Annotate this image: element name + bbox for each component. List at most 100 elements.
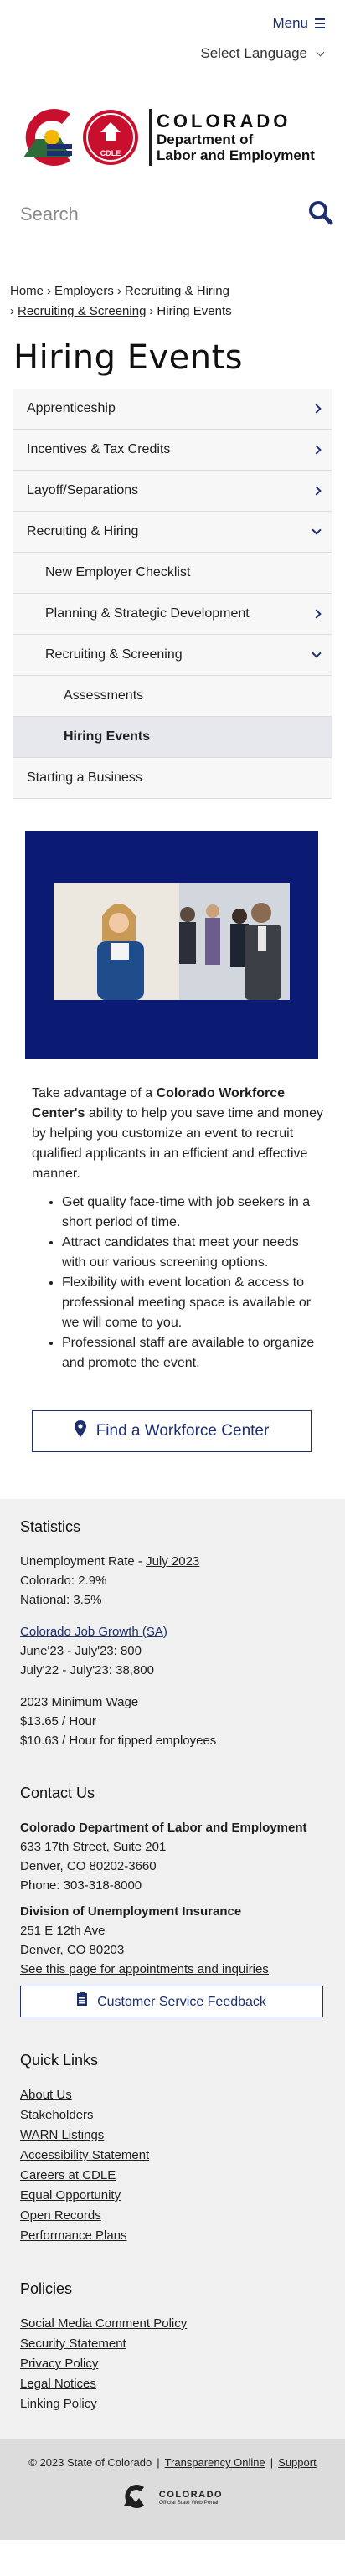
nav-item-recruiting-screening[interactable]: Recruiting & Screening xyxy=(13,635,332,676)
find-workforce-center-button[interactable]: Find a Workforce Center xyxy=(32,1410,312,1452)
logo-state: COLORADO xyxy=(157,111,291,131)
bottom-links: © 2023 State of Colorado | Transparency On… xyxy=(28,2456,317,2469)
search-input[interactable] xyxy=(20,204,271,225)
nav-item-apprenticeship[interactable]: Apprenticeship xyxy=(13,389,332,430)
nav-item-label: Layoff/Separations xyxy=(27,483,139,497)
nav-item-label: Recruiting & Hiring xyxy=(27,524,139,538)
breadcrumb-separator-icon: › xyxy=(47,284,52,298)
list-item: Professional staff are available to orga… xyxy=(62,1333,323,1373)
logo-badge-text: CDLE xyxy=(100,149,121,157)
colorado-cdle-logo: CDLE xyxy=(18,107,144,167)
tipped-wage-value: $10.63 / Hour for tipped employees xyxy=(20,1734,217,1748)
chevron-right-icon xyxy=(312,609,322,619)
portal-name: COLORADO xyxy=(158,2489,224,2500)
chevron-right-icon xyxy=(312,445,322,455)
nav-item-label: Recruiting & Screening xyxy=(45,647,183,662)
quick-link-performance-plans[interactable]: Performance Plans xyxy=(20,2226,325,2246)
nav-item-label: Planning & Strategic Development xyxy=(45,606,250,621)
quick-link-stakeholders[interactable]: Stakeholders xyxy=(20,2105,325,2125)
quick-link-about[interactable]: About Us xyxy=(20,2085,325,2105)
benefits-list: Get quality face-time with job seekers i… xyxy=(32,1193,323,1373)
footer-policies: Policies Social Media Comment Policy Sec… xyxy=(20,2280,325,2414)
policy-link-legal[interactable]: Legal Notices xyxy=(20,2374,325,2394)
hero-image-panel xyxy=(25,831,318,1059)
state-portal-logo[interactable]: COLORADO Official State Web Portal xyxy=(0,2484,345,2512)
national-rate: National: 3.5% xyxy=(20,1593,102,1607)
breadcrumb-separator-icon: › xyxy=(116,284,121,298)
minimum-wage-value: $13.65 / Hour xyxy=(20,1714,96,1728)
section-nav: Apprenticeship Incentives & Tax Credits … xyxy=(13,389,332,799)
nav-item-planning[interactable]: Planning & Strategic Development xyxy=(13,594,332,635)
chevron-right-icon xyxy=(312,486,322,496)
breadcrumb-employers[interactable]: Employers xyxy=(54,284,114,298)
chevron-down-icon xyxy=(312,525,322,535)
quick-link-equal-opportunity[interactable]: Equal Opportunity xyxy=(20,2186,325,2206)
list-item: Get quality face-time with job seekers i… xyxy=(62,1193,323,1233)
ui-division-name: Division of Unemployment Insurance xyxy=(20,1904,242,1919)
nav-item-new-employer-checklist[interactable]: New Employer Checklist xyxy=(13,553,332,594)
menu-button[interactable]: Menu xyxy=(272,15,325,32)
policy-link-linking[interactable]: Linking Policy xyxy=(20,2394,325,2414)
contact-phone: Phone: 303-318-8000 xyxy=(20,1878,142,1893)
page-title: Hiring Events xyxy=(13,338,244,377)
search-icon[interactable] xyxy=(308,200,333,229)
main-content: Take advantage of a Colorado Workforce C… xyxy=(32,1084,323,1373)
hamburger-icon xyxy=(315,18,325,28)
logo-dept-line1: Department of xyxy=(157,131,254,147)
feedback-label: Customer Service Feedback xyxy=(97,1994,266,2009)
support-link[interactable]: Support xyxy=(278,2456,317,2469)
site-logo[interactable]: CDLE COLORADO Department of Labor and Em… xyxy=(0,102,345,173)
nav-item-label: Incentives & Tax Credits xyxy=(27,442,171,456)
quick-links-heading: Quick Links xyxy=(20,2052,99,2069)
quick-link-accessibility[interactable]: Accessibility Statement xyxy=(20,2146,325,2166)
intro-paragraph: Take advantage of a Colorado Workforce C… xyxy=(32,1084,323,1184)
nav-item-hiring-events[interactable]: Hiring Events xyxy=(13,717,332,758)
nav-item-label: Starting a Business xyxy=(27,770,142,785)
logo-wordmark: COLORADO Department of Labor and Employm… xyxy=(149,109,315,166)
site-footer: Statistics Unemployment Rate - July 2023… xyxy=(0,1499,345,2439)
breadcrumb-separator-icon: › xyxy=(10,304,14,318)
language-label: Select Language xyxy=(200,45,307,61)
nav-item-starting-business[interactable]: Starting a Business xyxy=(13,758,332,799)
list-item: Flexibility with event location & access… xyxy=(62,1273,323,1333)
portal-tagline: Official State Web Portal xyxy=(158,2499,219,2506)
footer-quick-links: Quick Links About Us Stakeholders WARN L… xyxy=(20,2051,325,2246)
hiring-event-photo xyxy=(54,883,290,1000)
bottom-bar: © 2023 State of Colorado | Transparency On… xyxy=(0,2439,345,2540)
language-selector[interactable]: Select Language xyxy=(0,40,345,67)
customer-feedback-button[interactable]: Customer Service Feedback xyxy=(20,1986,323,2017)
menu-label: Menu xyxy=(272,15,308,31)
copyright-text: © 2023 State of Colorado xyxy=(28,2456,152,2469)
quick-link-open-records[interactable]: Open Records xyxy=(20,2206,325,2226)
unemployment-rate-row: Unemployment Rate - July 2023 xyxy=(20,1552,325,1571)
nav-item-incentives[interactable]: Incentives & Tax Credits xyxy=(13,430,332,471)
logo-dept-line2: Labor and Employment xyxy=(157,147,315,163)
nav-item-recruiting-hiring[interactable]: Recruiting & Hiring xyxy=(13,512,332,553)
transparency-link[interactable]: Transparency Online xyxy=(165,2456,265,2469)
policy-link-social-media[interactable]: Social Media Comment Policy xyxy=(20,2314,325,2334)
nav-item-label: New Employer Checklist xyxy=(45,565,191,580)
appointments-link[interactable]: See this page for appointments and inqui… xyxy=(20,1962,269,1976)
search-bar xyxy=(20,194,333,234)
breadcrumb-recruiting-hiring[interactable]: Recruiting & Hiring xyxy=(125,284,229,298)
breadcrumb: Home › Employers › Recruiting & Hiring › Recr… xyxy=(10,281,335,322)
contact-org: Colorado Department of Labor and Employm… xyxy=(20,1821,307,1835)
nav-item-label: Assessments xyxy=(64,688,144,703)
policy-link-privacy[interactable]: Privacy Policy xyxy=(20,2354,325,2374)
quick-link-careers[interactable]: Careers at CDLE xyxy=(20,2166,325,2186)
policy-link-security[interactable]: Security Statement xyxy=(20,2334,325,2354)
feedback-form-icon xyxy=(77,1991,88,2012)
nav-item-assessments[interactable]: Assessments xyxy=(13,676,332,717)
job-growth-link[interactable]: Colorado Job Growth (SA) xyxy=(20,1625,167,1639)
policies-heading: Policies xyxy=(20,2280,73,2297)
breadcrumb-recruiting-screening[interactable]: Recruiting & Screening xyxy=(18,304,146,318)
growth-month: June'23 - July'23: 800 xyxy=(20,1644,142,1658)
growth-year: July'22 - July'23: 38,800 xyxy=(20,1663,154,1677)
breadcrumb-home[interactable]: Home xyxy=(10,284,44,298)
chevron-right-icon xyxy=(312,404,322,414)
list-item: Attract candidates that meet your needs … xyxy=(62,1233,323,1273)
nav-item-label: Hiring Events xyxy=(64,729,151,744)
nav-item-layoff[interactable]: Layoff/Separations xyxy=(13,471,332,512)
quick-link-warn[interactable]: WARN Listings xyxy=(20,2125,325,2146)
unemployment-month-link[interactable]: July 2023 xyxy=(146,1554,199,1569)
